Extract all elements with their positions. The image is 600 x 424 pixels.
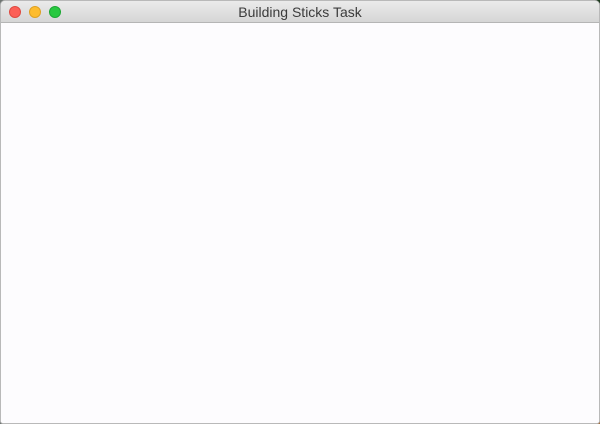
app-window: Building Sticks Task	[0, 0, 600, 424]
task-canvas[interactable]	[1, 23, 599, 422]
title-bar[interactable]: Building Sticks Task	[1, 1, 599, 23]
window-title: Building Sticks Task	[238, 4, 362, 20]
